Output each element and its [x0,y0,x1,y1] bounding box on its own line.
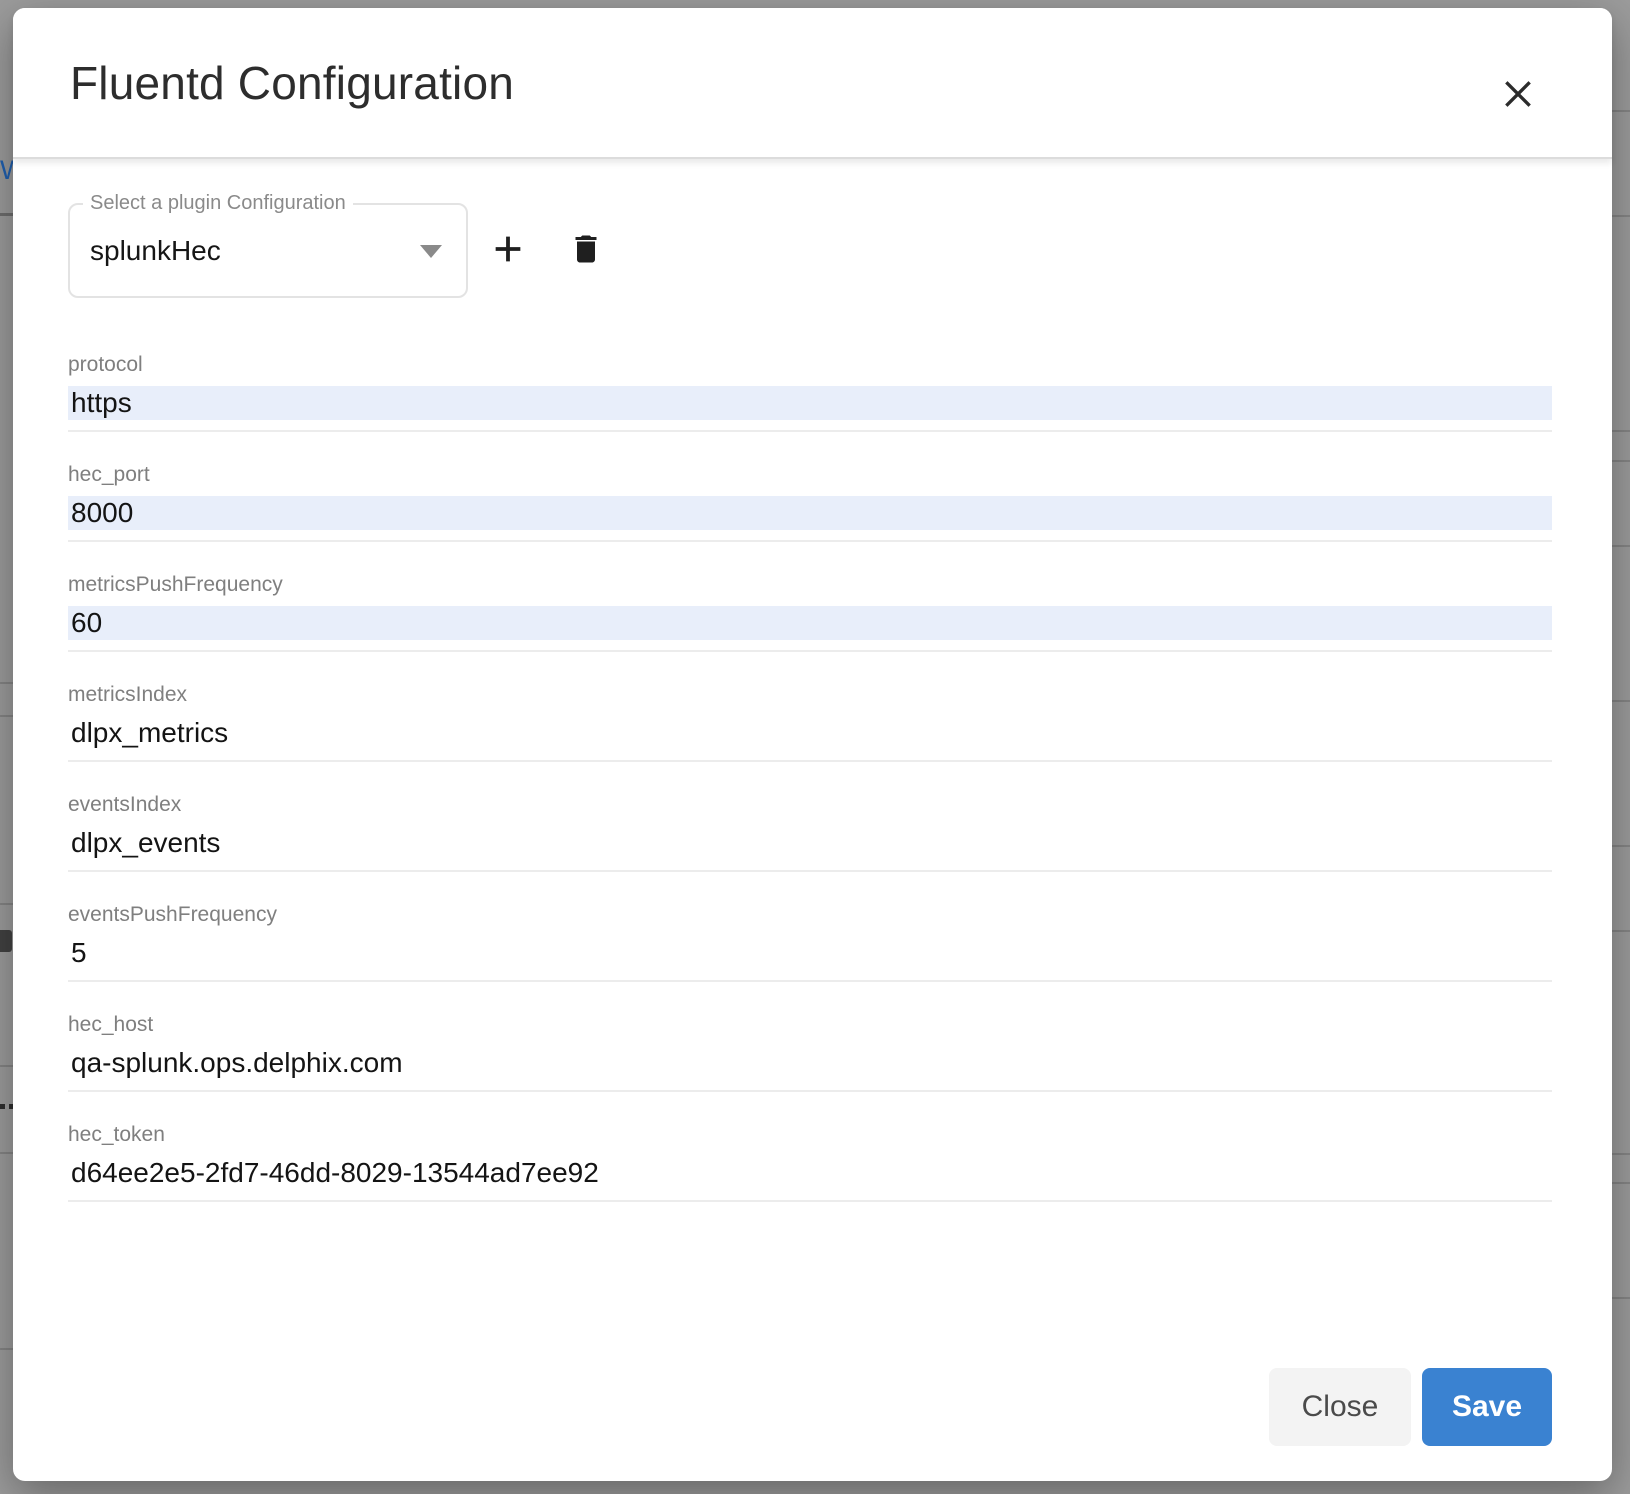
backdrop-clipped-icon [0,930,12,952]
plugin-selector-row: Select a plugin Configuration splunkHec [68,203,1552,298]
x-icon [1498,74,1538,114]
field-underline [68,430,1552,432]
field-underline [68,650,1552,652]
backdrop-line [1612,1182,1630,1184]
field-input[interactable]: 60 [68,606,1552,640]
field-label: eventsIndex [68,792,1552,818]
plugin-configuration-select[interactable]: Select a plugin Configuration splunkHec [68,203,468,298]
field-label: hec_port [68,462,1552,488]
backdrop-line [1612,110,1630,112]
field-underline [68,760,1552,762]
backdrop-line [0,1065,13,1067]
field-input[interactable]: 5 [68,936,1552,970]
field-input[interactable]: dlpx_events [68,826,1552,860]
fluentd-configuration-dialog: Fluentd Configuration Select a plugin Co… [13,8,1612,1481]
backdrop-line [1612,1153,1630,1155]
backdrop-line [0,1348,13,1350]
field-input[interactable]: https [68,386,1552,420]
field-label: protocol [68,352,1552,378]
backdrop-line [1612,430,1630,432]
plugin-configuration-select-label: Select a plugin Configuration [83,192,353,215]
field-label: hec_host [68,1012,1552,1038]
add-configuration-button[interactable] [484,225,532,273]
backdrop-ellipsis [0,1104,13,1109]
field-underline [68,980,1552,982]
backdrop-line [1612,1297,1630,1299]
field-label: metricsPushFrequency [68,572,1552,598]
form-field-hec-host: hec_host qa-splunk.ops.delphix.com [68,1012,1552,1092]
backdrop-line [1612,930,1630,932]
field-label: hec_token [68,1122,1552,1148]
dialog-title: Fluentd Configuration [70,56,514,110]
form-field-events-index: eventsIndex dlpx_events [68,792,1552,872]
form-field-metrics-index: metricsIndex dlpx_metrics [68,682,1552,762]
backdrop-line [1612,460,1630,462]
field-input[interactable]: d64ee2e5-2fd7-46dd-8029-13544ad7ee92 [68,1156,1552,1190]
field-input[interactable]: qa-splunk.ops.delphix.com [68,1046,1552,1080]
backdrop-line [0,682,13,684]
save-button[interactable]: Save [1422,1368,1552,1446]
plugin-configuration-select-value: splunkHec [90,235,221,267]
backdrop-clipped-text: W [0,155,13,186]
form-field-events-push-frequency: eventsPushFrequency 5 [68,902,1552,982]
dialog-header: Fluentd Configuration [13,8,1612,159]
backdrop-line [1612,700,1630,702]
field-label: eventsPushFrequency [68,902,1552,928]
close-button[interactable]: Close [1269,1368,1411,1446]
plus-icon [489,230,527,268]
backdrop-right-strip [1612,0,1630,1494]
trash-icon [568,228,604,270]
delete-configuration-button[interactable] [562,225,610,273]
field-underline [68,1090,1552,1092]
backdrop-left-strip: W [0,0,13,1494]
backdrop-line [1612,215,1630,217]
backdrop-line [0,213,13,216]
form-field-hec-token: hec_token d64ee2e5-2fd7-46dd-8029-13544a… [68,1122,1552,1202]
field-underline [68,540,1552,542]
backdrop-line [1612,845,1630,847]
dialog-body: Select a plugin Configuration splunkHec … [13,159,1612,1202]
field-underline [68,870,1552,872]
form-field-hec-port: hec_port 8000 [68,462,1552,542]
field-label: metricsIndex [68,682,1552,708]
field-input[interactable]: 8000 [68,496,1552,530]
field-input[interactable]: dlpx_metrics [68,716,1552,750]
caret-down-icon [420,245,442,258]
field-underline [68,1200,1552,1202]
backdrop-line [1612,545,1630,547]
close-dialog-button[interactable] [1494,70,1542,118]
form-field-metrics-push-frequency: metricsPushFrequency 60 [68,572,1552,652]
backdrop-line [0,1152,13,1154]
form-field-protocol: protocol https [68,352,1552,432]
backdrop-line [0,715,13,717]
dialog-footer: Close Save [1269,1368,1552,1446]
backdrop-line [0,903,13,905]
